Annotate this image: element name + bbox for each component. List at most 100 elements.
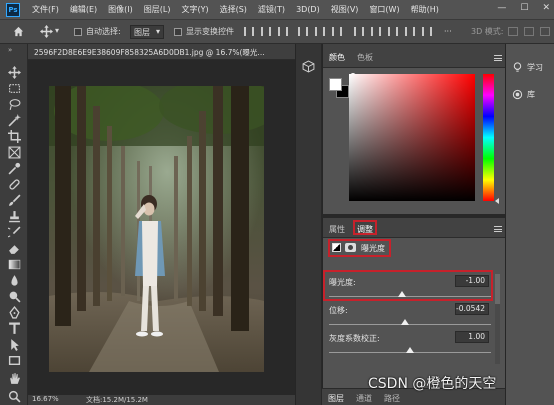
healing-brush-tool-icon[interactable]	[7, 177, 21, 191]
gamma-slider-thumb[interactable]	[406, 347, 414, 353]
tab-layers[interactable]: 图层	[328, 393, 344, 404]
tab-swatches[interactable]: 色板	[357, 52, 373, 63]
menu-view[interactable]: 视图(V)	[331, 4, 359, 15]
menu-3d[interactable]: 3D(D)	[296, 5, 320, 14]
menu-select[interactable]: 选择(S)	[220, 4, 247, 15]
3d-mode-label: 3D 模式:	[471, 27, 504, 36]
tab-properties[interactable]: 属性	[329, 224, 345, 235]
menu-help[interactable]: 帮助(H)	[411, 4, 439, 15]
hand-tool-icon[interactable]	[7, 371, 21, 385]
3d-drag-icon[interactable]	[540, 27, 550, 36]
collapse-icon[interactable]: »	[8, 46, 12, 54]
color-panel: 颜色 色板	[322, 44, 506, 214]
document-tab[interactable]: 2596F2D8E6E9E38609F858325A6D0DB1.jpg @ 1…	[28, 44, 295, 60]
crop-tool-icon[interactable]	[7, 129, 21, 143]
minimize-button[interactable]: —	[497, 3, 506, 13]
distribute-bottom-icon[interactable]	[388, 27, 398, 36]
maximize-button[interactable]: ☐	[520, 3, 528, 13]
adjustment-header-highlight	[328, 239, 391, 257]
tab-paths[interactable]: 路径	[384, 393, 400, 404]
distribute-top-icon[interactable]	[354, 27, 364, 36]
properties-panel: 属性 调整 曝光度 曝光度: -1.00 位移: -0.0542 灰度系数校正:…	[322, 218, 506, 388]
gamma-label: 灰度系数校正:	[329, 334, 380, 343]
document-image[interactable]	[49, 86, 264, 372]
show-transform-checkbox[interactable]	[174, 28, 182, 36]
lasso-tool-icon[interactable]	[7, 97, 21, 111]
chevron-down-icon: ▾	[155, 27, 160, 36]
pen-tool-icon[interactable]	[7, 305, 21, 319]
history-brush-tool-icon[interactable]	[7, 225, 21, 239]
toolbar	[0, 60, 28, 405]
rectangle-tool-icon[interactable]	[7, 353, 21, 367]
home-icon[interactable]	[13, 26, 24, 37]
document-info: 文档:15.2M/15.2M	[86, 396, 148, 404]
gradient-tool-icon[interactable]	[7, 257, 21, 271]
tab-channels[interactable]: 通道	[356, 393, 372, 404]
brush-tool-icon[interactable]	[7, 193, 21, 207]
type-tool-icon[interactable]	[7, 321, 21, 335]
3d-cube-icon[interactable]	[302, 60, 315, 73]
menu-edit[interactable]: 编辑(E)	[70, 4, 97, 15]
gamma-value-field[interactable]: 1.00	[455, 331, 489, 343]
libraries-icon	[512, 89, 523, 100]
offset-slider-track[interactable]	[329, 324, 491, 325]
frame-tool-icon[interactable]	[7, 145, 21, 159]
foreground-color-swatch[interactable]	[329, 78, 342, 91]
auto-select-dropdown[interactable]: 图层 ▾	[130, 25, 164, 39]
distribute-left-icon[interactable]	[405, 27, 415, 36]
menu-layer[interactable]: 图层(L)	[144, 4, 171, 15]
chevron-down-icon[interactable]: ▾	[55, 26, 59, 35]
align-center-icon[interactable]	[261, 27, 271, 36]
hue-pointer-icon[interactable]	[495, 198, 499, 204]
watermark-text: CSDN @橙色的天空	[368, 376, 497, 392]
close-button[interactable]: ✕	[542, 3, 550, 13]
magic-wand-tool-icon[interactable]	[7, 113, 21, 127]
align-right-icon[interactable]	[278, 27, 288, 36]
align-left-icon[interactable]	[244, 27, 254, 36]
properties-scrollbar[interactable]	[495, 274, 500, 364]
zoom-level[interactable]: 16.67%	[32, 395, 59, 403]
3d-rotate-icon[interactable]	[508, 27, 518, 36]
menu-window[interactable]: 窗口(W)	[369, 4, 399, 15]
window-controls: — ☐ ✕	[497, 3, 550, 13]
offset-value-field[interactable]: -0.0542	[455, 303, 489, 315]
path-selection-tool-icon[interactable]	[7, 337, 21, 351]
status-bar: 16.67% 文档:15.2M/15.2M	[28, 395, 295, 405]
learn-panel-button[interactable]: 学习	[512, 62, 543, 73]
photoshop-logo: Ps	[6, 2, 20, 17]
panel-icon-column	[295, 44, 321, 405]
distribute-middle-icon[interactable]	[371, 27, 381, 36]
panel-menu-icon[interactable]	[494, 55, 502, 61]
3d-roll-icon[interactable]	[524, 27, 534, 36]
align-top-icon[interactable]	[298, 27, 308, 36]
eyedropper-tool-icon[interactable]	[7, 161, 21, 175]
menu-file[interactable]: 文件(F)	[32, 4, 59, 15]
clone-stamp-tool-icon[interactable]	[7, 209, 21, 223]
adjustments-tab-highlight	[353, 220, 377, 235]
zoom-tool-icon[interactable]	[7, 389, 21, 403]
auto-select-checkbox[interactable]	[74, 28, 82, 36]
color-field[interactable]	[349, 74, 475, 201]
blur-tool-icon[interactable]	[7, 273, 21, 287]
align-bottom-icon[interactable]	[332, 27, 342, 36]
align-middle-icon[interactable]	[315, 27, 325, 36]
forest-photo	[49, 86, 264, 372]
move-tool-preset-icon[interactable]	[40, 25, 53, 38]
more-options-icon[interactable]: ···	[444, 27, 452, 36]
scrollbar-thumb[interactable]	[495, 274, 500, 304]
libraries-panel-button[interactable]: 库	[512, 89, 535, 100]
tab-color[interactable]: 颜色	[329, 52, 345, 63]
marquee-tool-icon[interactable]	[7, 81, 21, 95]
menu-filter[interactable]: 滤镜(T)	[258, 4, 285, 15]
eraser-tool-icon[interactable]	[7, 241, 21, 255]
menu-type[interactable]: 文字(Y)	[181, 4, 208, 15]
panel-menu-icon[interactable]	[494, 226, 502, 232]
hue-slider[interactable]	[483, 74, 494, 201]
lightbulb-icon	[513, 62, 522, 72]
move-tool-icon[interactable]	[7, 65, 21, 79]
offset-slider-thumb[interactable]	[401, 319, 410, 325]
dodge-tool-icon[interactable]	[7, 289, 21, 303]
menu-image[interactable]: 图像(I)	[108, 4, 133, 15]
distribute-right-icon[interactable]	[422, 27, 432, 36]
show-transform-label: 显示变换控件	[186, 27, 234, 36]
